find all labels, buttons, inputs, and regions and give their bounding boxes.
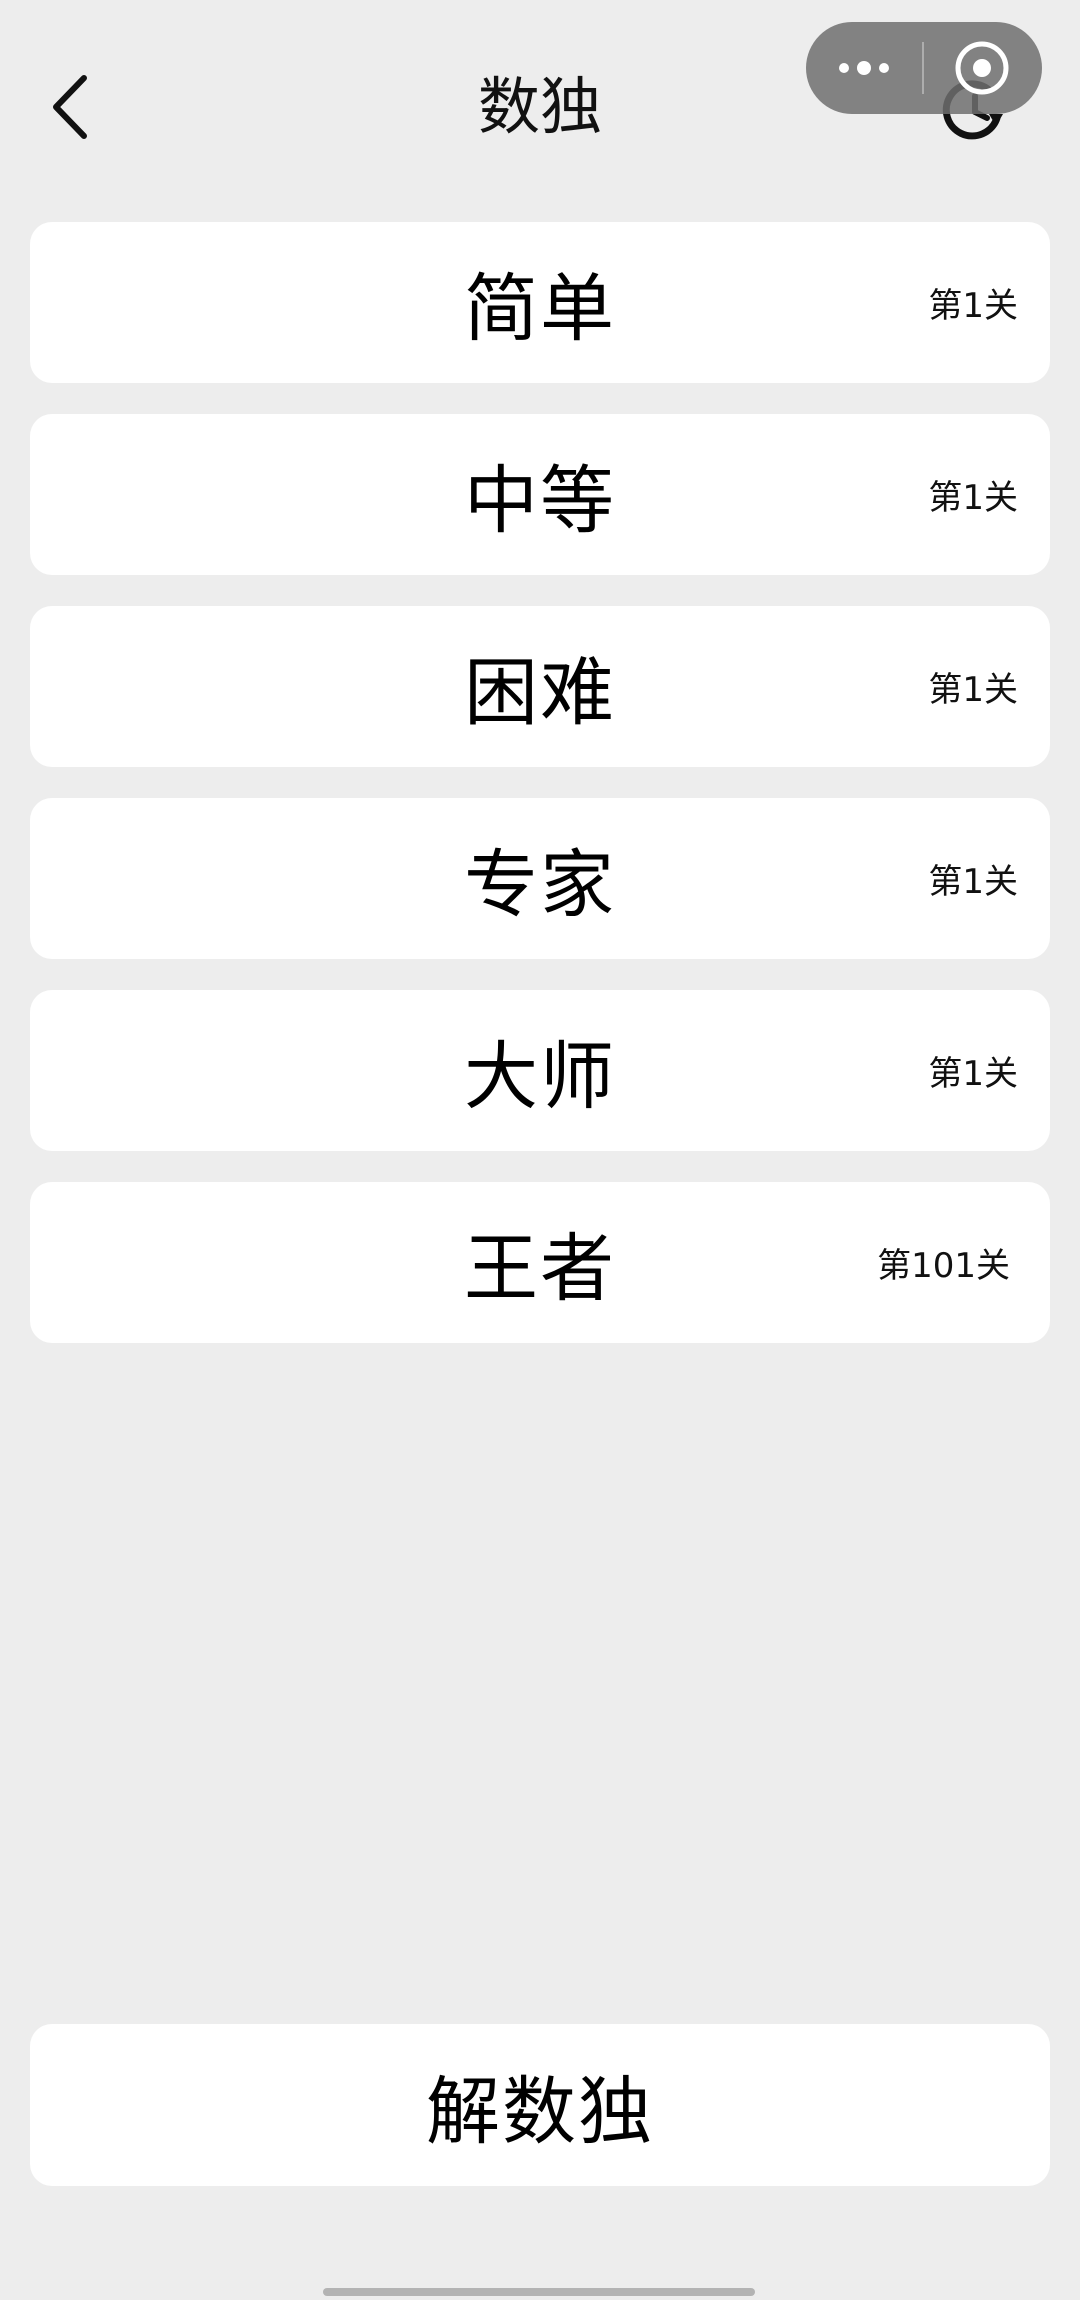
close-miniprogram-button[interactable] (924, 22, 1040, 114)
more-button[interactable] (806, 22, 922, 114)
level-name: 专家 (464, 842, 616, 928)
home-indicator (323, 2288, 755, 2296)
level-progress: 第1关 (928, 862, 1018, 902)
level-card-hard[interactable]: 困难 第1关 (30, 606, 1050, 767)
level-card-king[interactable]: 王者 第101关 (30, 1182, 1050, 1343)
level-progress: 第1关 (928, 286, 1018, 326)
target-close-icon (955, 41, 1009, 95)
level-name: 简单 (464, 266, 616, 352)
more-dots-icon (839, 61, 889, 75)
level-card-master[interactable]: 大师 第1关 (30, 990, 1050, 1151)
level-progress: 第101关 (877, 1246, 1010, 1286)
level-progress: 第1关 (928, 1054, 1018, 1094)
miniprogram-capsule (806, 22, 1042, 114)
level-list: 简单 第1关 中等 第1关 困难 第1关 专家 第1关 大师 第1关 王者 第1… (30, 222, 1050, 1374)
level-card-expert[interactable]: 专家 第1关 (30, 798, 1050, 959)
level-progress: 第1关 (928, 478, 1018, 518)
level-name: 困难 (464, 650, 616, 736)
header-bar: 数独 (0, 0, 1080, 200)
level-progress: 第1关 (928, 670, 1018, 710)
solve-sudoku-button[interactable]: 解数独 (30, 2024, 1050, 2186)
level-card-medium[interactable]: 中等 第1关 (30, 414, 1050, 575)
level-card-easy[interactable]: 简单 第1关 (30, 222, 1050, 383)
sudoku-page: 数独 简单 第1关 中等 第1关 困难 第1关 专家 第1关 大师 第1关 王者… (0, 0, 1080, 2300)
level-name: 中等 (464, 458, 616, 544)
level-name: 大师 (464, 1034, 616, 1120)
